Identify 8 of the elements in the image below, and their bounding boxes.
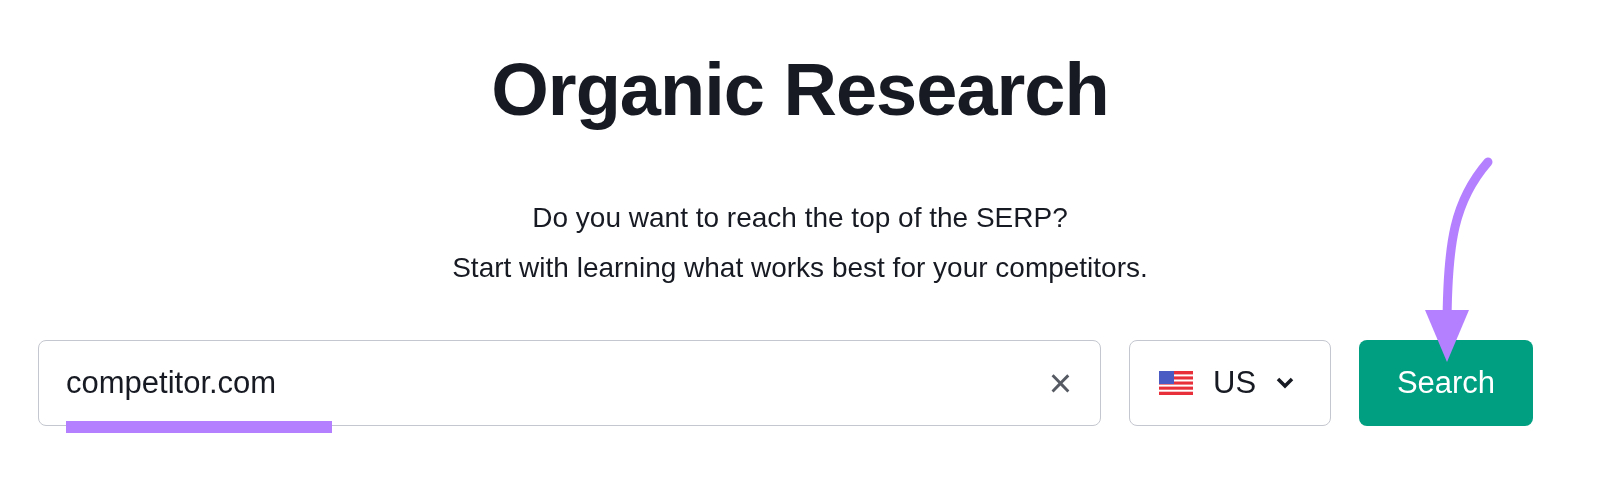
flag-icon — [1159, 371, 1193, 395]
clear-button[interactable]: × — [1048, 363, 1072, 403]
chevron-down-icon — [1276, 377, 1295, 389]
search-field[interactable]: competitor.com × — [38, 340, 1101, 426]
subtitle-line: Do you want to reach the top of the SERP? — [532, 201, 1068, 235]
page-title: Organic Research — [491, 47, 1109, 133]
country-select[interactable]: US — [1129, 340, 1331, 426]
subtitle-line: Start with learning what works best for your competitors. — [452, 251, 1148, 285]
